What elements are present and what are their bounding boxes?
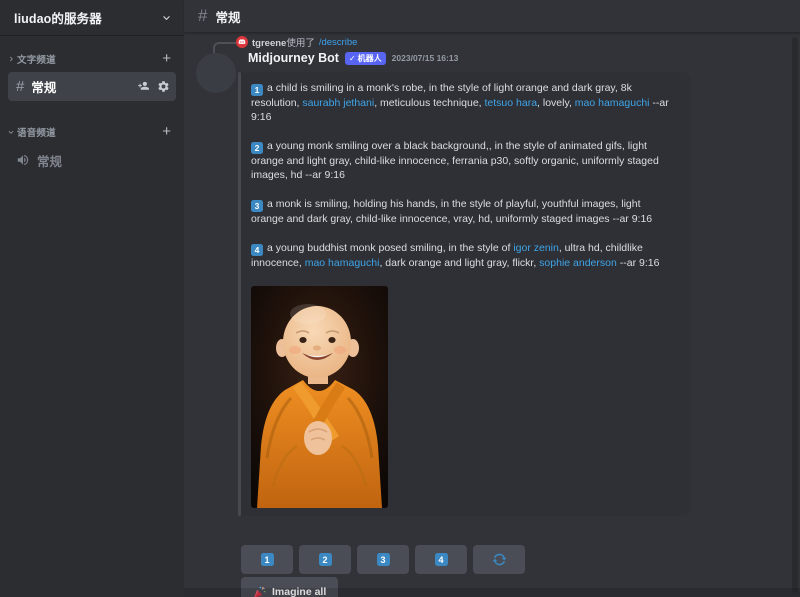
- server-name: liudao的服务器: [14, 8, 102, 27]
- describe-button-4[interactable]: 4: [415, 545, 467, 574]
- keycap-number-icon: 2: [251, 142, 263, 154]
- description-text: --ar 9:16: [617, 257, 660, 269]
- category-label: 文字频道: [17, 52, 159, 66]
- description-text: a monk is smiling, holding his hands, in…: [251, 198, 652, 225]
- description-text: a young buddhist monk posed smiling, in …: [267, 242, 513, 254]
- description-text: , meticulous technique,: [374, 97, 484, 109]
- description-text: , lovely,: [537, 97, 575, 109]
- interaction-reply-row: tgreene使用了 /describe: [236, 35, 357, 49]
- chevron-down-icon: [161, 12, 172, 23]
- message-timestamp: 2023/07/15 16:13: [392, 53, 459, 63]
- hash-icon: #: [198, 6, 207, 26]
- keycap-number-icon: 4: [435, 553, 448, 566]
- description-item: 4 a young buddhist monk posed smiling, in…: [251, 241, 675, 270]
- component-buttons-row: 1 2 3 4: [241, 545, 525, 574]
- badge-check-icon: ✓: [349, 54, 356, 63]
- voice-channel-name: 常规: [37, 151, 168, 170]
- invite-people-icon[interactable]: [137, 80, 150, 93]
- message-header: Midjourney Bot ✓ 机器人 2023/07/15 16:13: [248, 50, 458, 66]
- category-voice-channels[interactable]: 语音频道 +: [0, 123, 184, 141]
- keycap-number-icon: 3: [251, 200, 263, 212]
- style-reference-link[interactable]: mao hamaguchi: [575, 97, 650, 109]
- description-text: a young monk smiling over a black backgr…: [251, 140, 659, 181]
- description-text: , dark orange and light gray, flickr,: [379, 257, 539, 269]
- speaker-icon: [16, 153, 30, 167]
- user-avatar[interactable]: [236, 36, 248, 48]
- bot-avatar[interactable]: [196, 53, 236, 93]
- chevron-right-icon: [6, 54, 16, 64]
- category-text-channels[interactable]: 文字频道 +: [0, 50, 184, 68]
- channel-title: 常规: [215, 7, 240, 26]
- category-label: 语音频道: [17, 125, 159, 139]
- hash-icon: #: [16, 78, 24, 95]
- chat-area: # 常规 tgreene使用了 /describe Midjourney Bot…: [184, 0, 800, 597]
- add-channel-icon[interactable]: +: [159, 54, 174, 64]
- add-channel-icon[interactable]: +: [159, 127, 174, 137]
- keycap-number-icon: 1: [261, 553, 274, 566]
- chevron-down-icon: [6, 127, 16, 137]
- channel-header: # 常规: [184, 0, 800, 33]
- describe-result-panel: 1a child is smiling in a monk's robe, in…: [238, 72, 690, 516]
- keycap-number-icon: 4: [251, 244, 263, 256]
- description-item: 1a child is smiling in a monk's robe, in…: [251, 81, 675, 124]
- channel-name: 常规: [31, 77, 137, 96]
- style-reference-link[interactable]: sophie anderson: [539, 257, 617, 269]
- keycap-number-icon: 2: [319, 553, 332, 566]
- discord-window: liudao的服务器 文字频道 + # 常规: [0, 0, 800, 597]
- description-item: 2a young monk smiling over a black backg…: [251, 139, 675, 182]
- sidebar-item-text-channel[interactable]: # 常规: [8, 72, 176, 101]
- description-item: 3a monk is smiling, holding his hands, i…: [251, 197, 675, 226]
- describe-button-1[interactable]: 1: [241, 545, 293, 574]
- style-reference-link[interactable]: mao hamaguchi: [305, 257, 380, 269]
- refresh-icon: [492, 552, 507, 567]
- reply-action-text: 使用了: [286, 38, 315, 49]
- keycap-number-icon: 1: [251, 84, 263, 96]
- describe-button-3[interactable]: 3: [357, 545, 409, 574]
- server-header[interactable]: liudao的服务器: [0, 0, 184, 36]
- chat-scrollbar[interactable]: [792, 37, 798, 593]
- channel-settings-gear-icon[interactable]: [157, 80, 170, 93]
- style-reference-link[interactable]: saurabh jethani: [302, 97, 374, 109]
- describe-button-2[interactable]: 2: [299, 545, 351, 574]
- scroll-shadow: [184, 588, 800, 597]
- generated-monk-image[interactable]: [251, 286, 388, 508]
- style-reference-link[interactable]: tetsuo hara: [485, 97, 538, 109]
- sidebar-item-voice-channel[interactable]: 常规: [8, 147, 176, 173]
- style-reference-link[interactable]: igor zenin: [513, 242, 559, 254]
- channel-sidebar: liudao的服务器 文字频道 + # 常规: [0, 0, 184, 597]
- keycap-number-icon: 3: [377, 553, 390, 566]
- bot-username[interactable]: Midjourney Bot: [248, 51, 339, 65]
- regenerate-button[interactable]: [473, 545, 525, 574]
- slash-command-link[interactable]: /describe: [319, 37, 358, 48]
- bot-badge: ✓ 机器人: [345, 52, 386, 65]
- descriptions-list: 1a child is smiling in a monk's robe, in…: [251, 81, 678, 270]
- reply-username[interactable]: tgreene: [252, 38, 286, 49]
- badge-label: 机器人: [358, 53, 382, 64]
